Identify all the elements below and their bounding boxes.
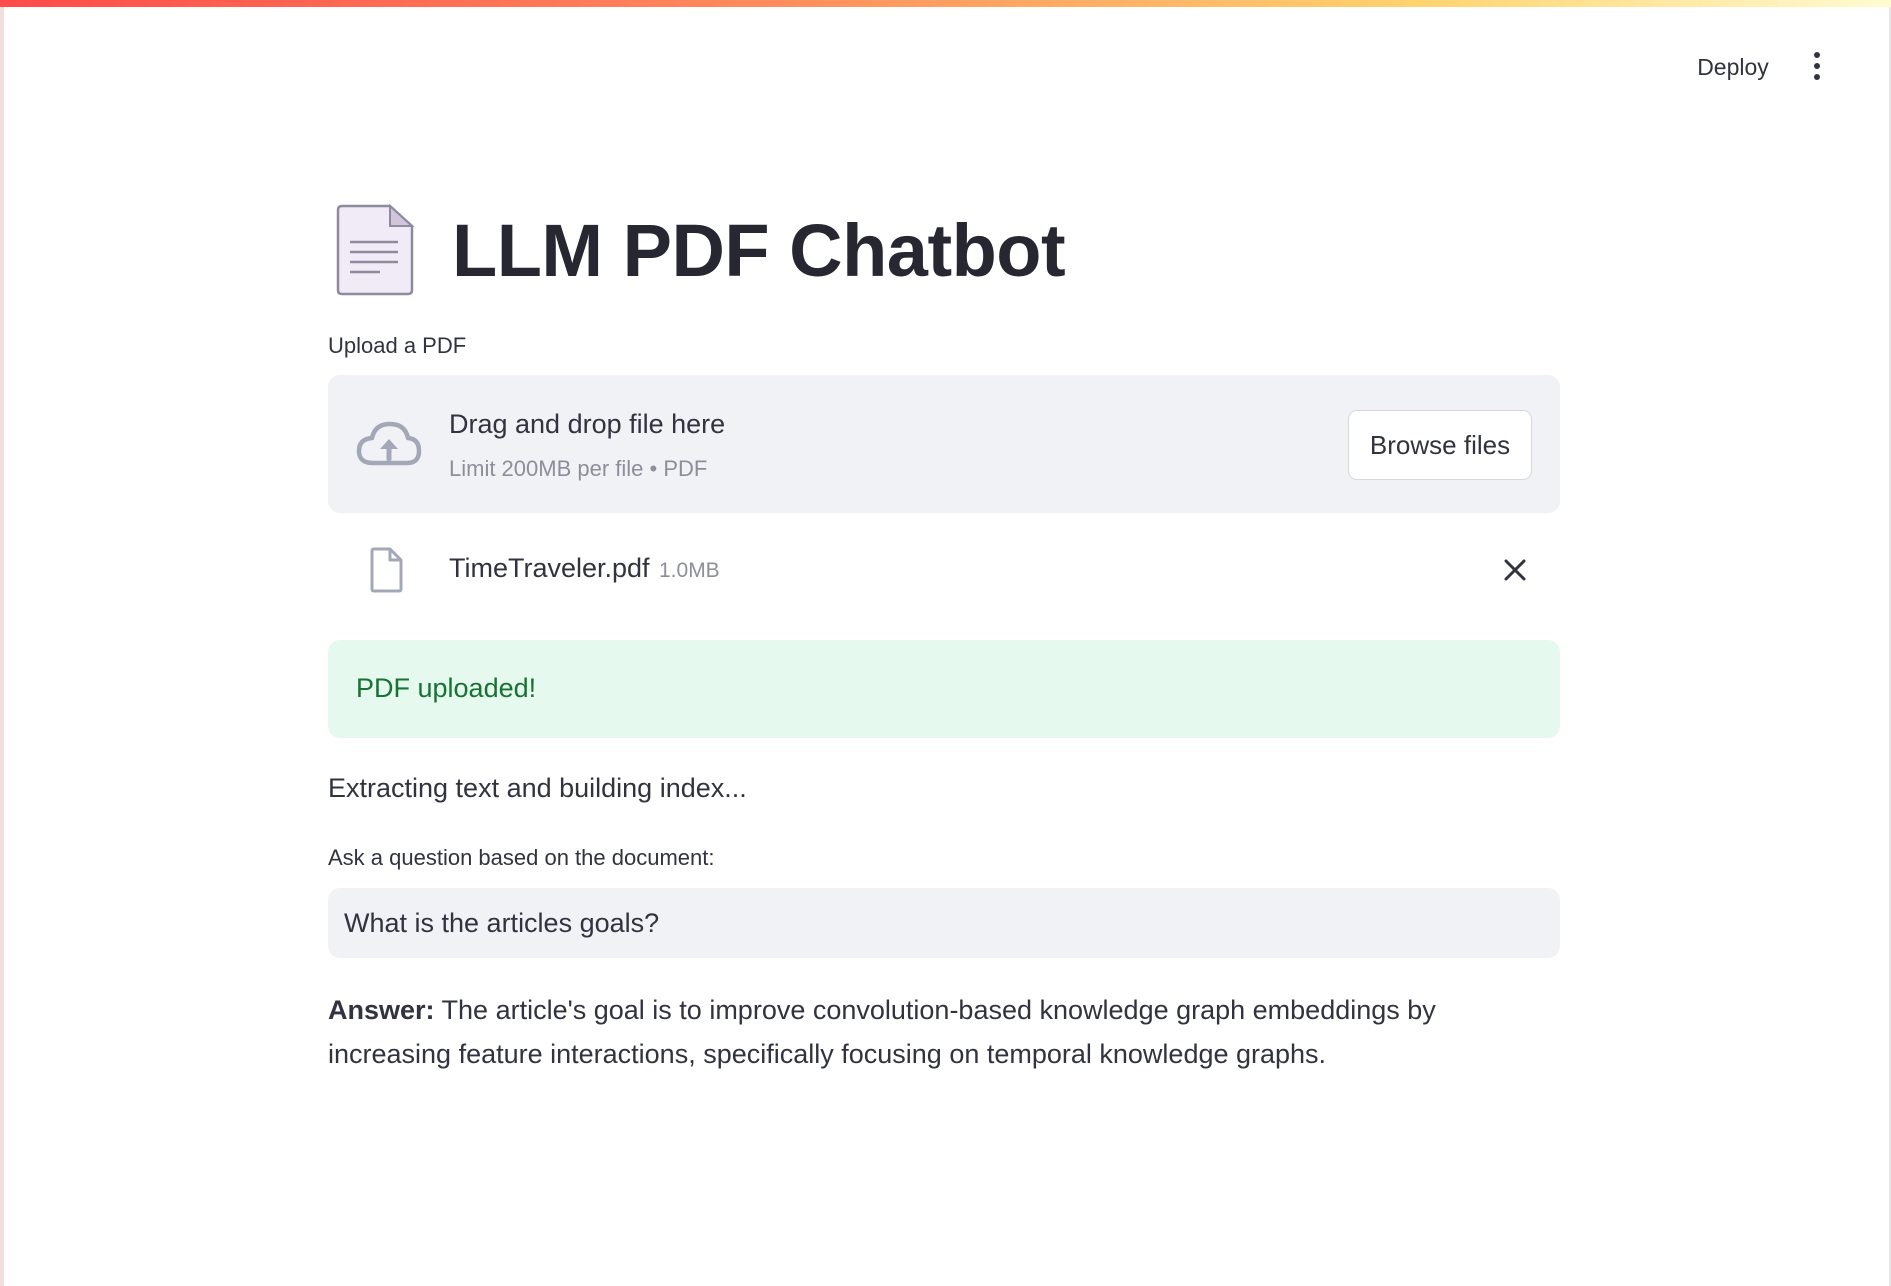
- answer-label: Answer:: [328, 995, 435, 1025]
- browse-files-button[interactable]: Browse files: [1348, 410, 1532, 480]
- menu-dot: [1814, 74, 1820, 80]
- title-row: LLM PDF Chatbot: [328, 200, 1066, 300]
- menu-dot: [1814, 63, 1820, 69]
- question-label: Ask a question based on the document:: [328, 845, 715, 870]
- dropzone-title: Drag and drop file here: [449, 409, 726, 439]
- dropzone-limit: Limit 200MB per file • PDF: [449, 456, 708, 481]
- more-vertical-icon[interactable]: [1800, 44, 1834, 88]
- file-name: TimeTraveler.pdf: [449, 553, 650, 583]
- success-alert: PDF uploaded!: [328, 640, 1560, 738]
- success-message: PDF uploaded!: [356, 673, 537, 703]
- upload-label: Upload a PDF: [328, 333, 467, 358]
- answer-text: The article's goal is to improve convolu…: [328, 995, 1436, 1069]
- file-icon: [370, 547, 403, 593]
- app-window: Deploy LLM PDF Chatbot Upload a PDF Drag…: [0, 0, 1891, 1286]
- window-edge-left: [0, 7, 4, 1286]
- answer-block: Answer: The article's goal is to improve…: [328, 988, 1560, 1076]
- page-title: LLM PDF Chatbot: [452, 208, 1066, 292]
- file-size: 1.0MB: [659, 559, 720, 582]
- cloud-upload-icon: [356, 421, 422, 466]
- file-dropzone[interactable]: Drag and drop file here Limit 200MB per …: [328, 375, 1560, 513]
- status-text: Extracting text and building index...: [328, 773, 747, 803]
- menu-dot: [1814, 52, 1820, 58]
- close-icon[interactable]: [1500, 555, 1530, 585]
- top-accent-bar: [0, 0, 1891, 7]
- deploy-button[interactable]: Deploy: [1680, 46, 1786, 86]
- document-icon: [336, 204, 415, 296]
- question-input[interactable]: [328, 888, 1560, 958]
- uploaded-file-row: TimeTraveler.pdf 1.0MB: [328, 535, 1560, 605]
